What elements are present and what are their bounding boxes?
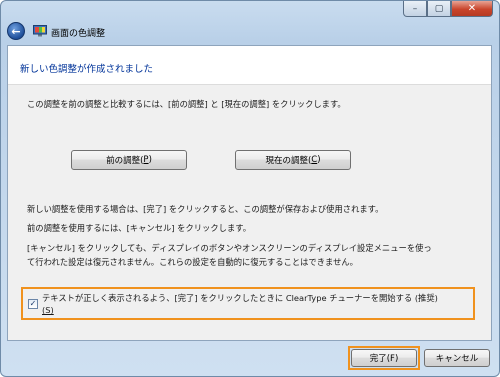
back-button[interactable]: ← [7,22,25,40]
cleartype-label[interactable]: テキストが正しく表示されるよう、[完了] をクリックしたときに ClearTyp… [42,292,472,316]
content-panel: 新しい色調整が作成されました この調整を前の調整と比較するには、[前の調整] と… [7,45,492,341]
dialog-footer: 完了(F) キャンセル [1,341,499,376]
finish-instructions: 新しい調整を使用する場合は、[完了] をクリックすると、この調整が保存および使用… [27,204,384,214]
current-button-label-end: ) [317,155,321,165]
compare-instructions: この調整を前の調整と比較するには、[前の調整] と [現在の調整] をクリックし… [27,99,346,109]
restore-note-line2: て行われた設定は復元されません。これらの設定を自動的に復元することはできません。 [27,257,358,267]
dialog-window: – ▢ ✕ ← 画面の色調整 新しい色調整が作成されました この調整を前の調整と… [0,0,500,377]
cancel-button-label: キャンセル [435,354,479,364]
minimize-icon: – [412,3,418,14]
window-controls: – ▢ ✕ [403,1,493,17]
current-adjustment-button[interactable]: 現在の調整(C) [235,150,351,170]
display-color-icon [33,25,47,37]
cleartype-option: ✓ テキストが正しく表示されるよう、[完了] をクリックしたときに ClearT… [21,287,475,320]
window-title: 画面の色調整 [51,29,106,39]
close-button[interactable]: ✕ [451,1,493,17]
previous-button-label: 前の調整( [106,156,144,166]
checkmark-icon: ✓ [29,299,37,308]
cancel-button[interactable]: キャンセル [424,349,490,367]
header-band: 新しい色調整が作成されました [8,46,491,85]
cancel-instructions: 前の調整を使用するには、[キャンセル] をクリックします。 [27,223,252,233]
previous-adjustment-button[interactable]: 前の調整(P) [71,150,187,170]
page-heading: 新しい色調整が作成されました [20,64,154,75]
finish-button-label: 完了(F) [369,354,399,364]
cleartype-checkbox[interactable]: ✓ [28,299,38,309]
maximize-button[interactable]: ▢ [427,1,451,17]
back-arrow-icon: ← [11,24,21,38]
minimize-button[interactable]: – [403,1,427,17]
maximize-icon: ▢ [434,3,444,14]
restore-note-line1: [キャンセル] をクリックしても、ディスプレイのボタンやオンスクリーンのディスプ… [27,243,432,253]
cleartype-label-line1: テキストが正しく表示されるよう、[完了] をクリックしたときに ClearTyp… [42,293,438,303]
title-bar: – ▢ ✕ ← 画面の色調整 [1,1,499,45]
cleartype-label-accesskey: (S) [42,305,54,315]
close-icon: ✕ [467,3,477,14]
current-button-label: 現在の調整( [265,156,312,166]
previous-button-label-end: ) [148,155,152,165]
finish-button[interactable]: 完了(F) [351,349,417,367]
